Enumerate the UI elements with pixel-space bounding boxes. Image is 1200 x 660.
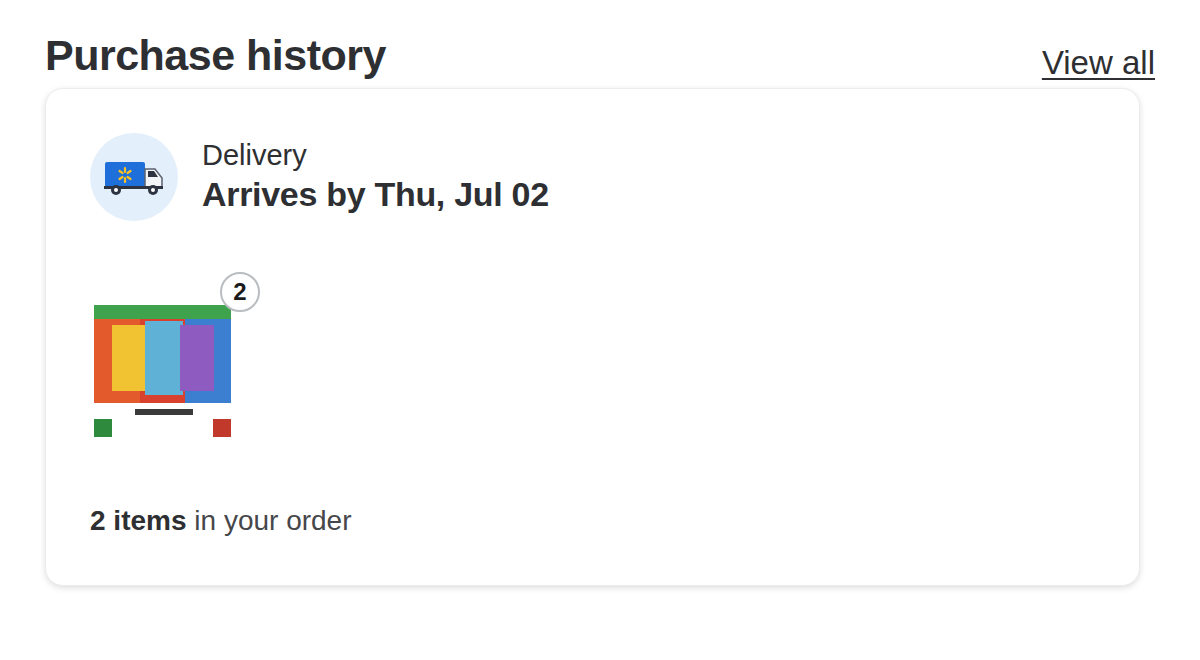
delivery-method: Delivery	[202, 138, 549, 173]
product-thumbnail[interactable]: 2	[90, 291, 235, 441]
delivery-info: DeliveryArrives by Thu, Jul 02	[202, 138, 549, 215]
truck-icon	[104, 157, 164, 197]
quantity-badge: 2	[220, 272, 260, 312]
delivery-row: DeliveryArrives by Thu, Jul 02	[90, 133, 1099, 221]
item-count: 2 items	[90, 505, 187, 536]
order-items: 2	[90, 291, 1099, 441]
order-card[interactable]: DeliveryArrives by Thu, Jul 02 2 2 itemsin…	[45, 88, 1140, 586]
product-image	[90, 291, 235, 441]
view-all-link[interactable]: View all	[1042, 38, 1155, 88]
order-summary: 2 itemsin your order	[90, 503, 1099, 539]
arrival-date: Arrives by Thu, Jul 02	[202, 173, 549, 216]
delivery-badge	[90, 133, 178, 221]
summary-text: in your order	[194, 505, 351, 536]
purchase-history-header: Purchase history View all	[0, 0, 1200, 88]
section-title: Purchase history	[45, 30, 386, 82]
